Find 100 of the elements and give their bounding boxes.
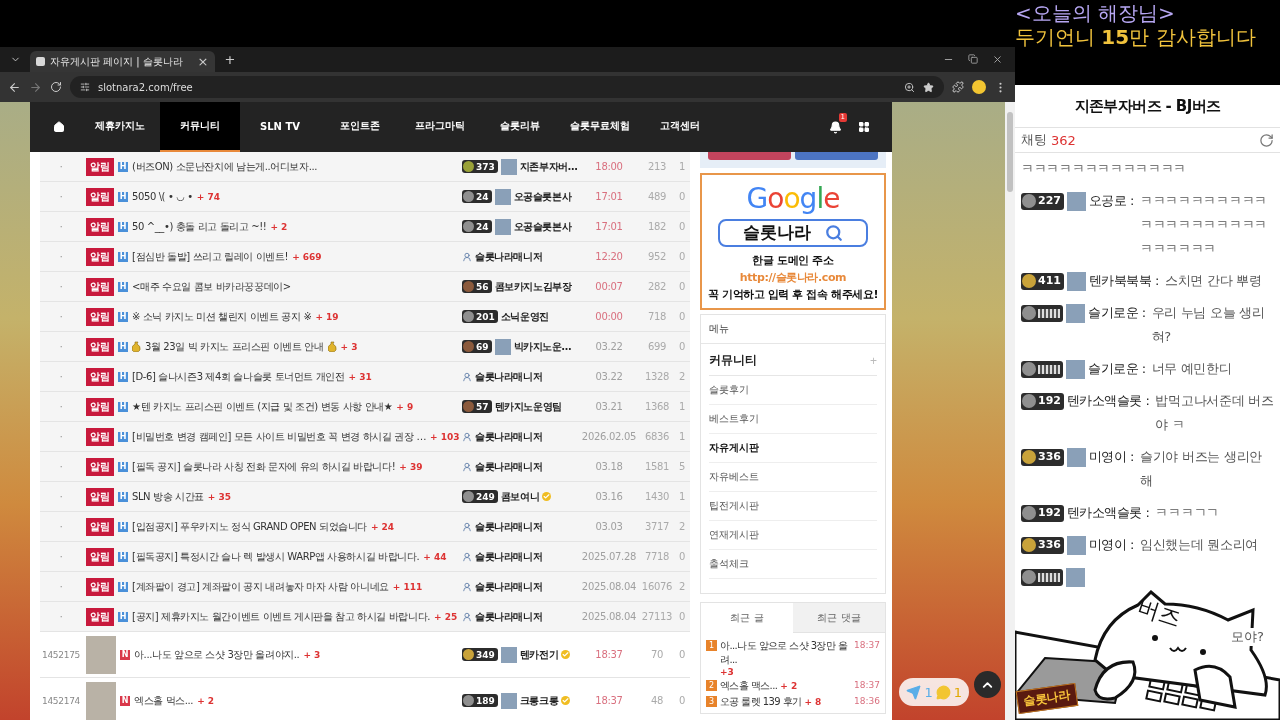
- post-title[interactable]: [점심반 돌발] 쓰리고 릴레이 이벤트!: [132, 249, 289, 264]
- post-title[interactable]: [공지] 제휴카지노 월간이벤트 이벤트 게시판을 참고 하시길 바랍니다.: [132, 609, 431, 624]
- author-name[interactable]: 슬롯나라매니저: [475, 249, 543, 264]
- like-count: 0: [677, 649, 687, 660]
- notice-badge: 알림: [86, 277, 114, 296]
- person-icon: [462, 251, 472, 262]
- post-title[interactable]: (버즈ON) 소문난잔치에 남는게..어디보자...: [132, 159, 317, 174]
- author-name[interactable]: 크롱크롱: [519, 693, 559, 708]
- menu-item[interactable]: 연재게시판: [709, 521, 877, 550]
- author-name[interactable]: 슬롯나라매니저: [475, 609, 543, 624]
- post-title[interactable]: [비밀번호 변경 캠페인] 모든 사이트 비밀번호 꼭 변경 하시길 권장 …: [132, 429, 426, 444]
- refresh-button[interactable]: [1259, 132, 1274, 148]
- author-name[interactable]: 슬롯나라매니저: [475, 579, 543, 594]
- view-count: 699: [646, 341, 668, 352]
- rank-number: 1: [706, 640, 717, 651]
- nav-item[interactable]: 고객센터: [640, 102, 720, 152]
- post-time: 2026.02.05: [580, 431, 638, 442]
- comment-count: + 2: [270, 221, 288, 232]
- chat-username: 미영이 :: [1088, 448, 1134, 466]
- post-number: ·: [58, 371, 64, 382]
- extensions-icon[interactable]: [952, 81, 964, 93]
- author-name[interactable]: 오공슬롯본사: [513, 189, 572, 204]
- recent-post-title[interactable]: 오공 룰렛 139 후기: [720, 695, 802, 709]
- post-title[interactable]: [계좌팔이 경고] 계좌팔이 공지 내려놓자 마자 사람 아니네요: [132, 579, 389, 594]
- post-title[interactable]: <매주 수요일 콤보 바카라꿍꿍데이>: [132, 279, 291, 294]
- profile-avatar[interactable]: [972, 80, 986, 94]
- bookmark-star-icon[interactable]: [923, 81, 934, 93]
- menu-item[interactable]: 팁전게시판: [709, 492, 877, 521]
- post-title[interactable]: 3월 23일 빅 카지노 프리스핀 이벤트 안내: [145, 339, 324, 354]
- author-name[interactable]: 슬롯나라매니저: [475, 429, 543, 444]
- scroll-top-button[interactable]: [974, 671, 1001, 698]
- author-name[interactable]: 텐카지노운영팀: [494, 399, 562, 414]
- post-title[interactable]: [D-6] 슬나시즌3 제4회 슬나슬롯 토너먼트 개인전: [132, 369, 345, 384]
- level-number: 56: [476, 281, 489, 292]
- nav-item[interactable]: 포인트존: [320, 102, 400, 152]
- recent-post-title[interactable]: 엑스홀 맥스...: [720, 679, 778, 693]
- nav-item[interactable]: SLN TV: [240, 102, 320, 152]
- post-title[interactable]: SLN 방송 시간표: [132, 489, 204, 504]
- recent-post-title[interactable]: 아...나도 앞으로 스샷 3장만 올려...: [720, 639, 852, 667]
- menu-item[interactable]: 슬롯후기: [709, 376, 877, 405]
- nav-item[interactable]: 커뮤니티: [160, 102, 240, 152]
- restore-icon[interactable]: [968, 54, 978, 64]
- post-title[interactable]: 아...나도 앞으로 스샷 3장만 올려야지..: [134, 647, 300, 662]
- level-number: 336: [1038, 537, 1061, 553]
- menu-item[interactable]: 출석체크: [709, 550, 877, 579]
- post-title[interactable]: 50 ^__•) 충돌 리고 돌리고 ~!!: [132, 219, 267, 234]
- nav-item[interactable]: 슬롯리뷰: [480, 102, 560, 152]
- nav-item[interactable]: 슬롯무료체험: [560, 102, 640, 152]
- reload-icon[interactable]: [50, 81, 62, 93]
- menu-item[interactable]: 베스트후기: [709, 405, 877, 434]
- address-bar[interactable]: slotnara2.com/free: [70, 76, 944, 98]
- view-count: 282: [646, 281, 668, 292]
- author-name[interactable]: 소닉운영진: [500, 309, 549, 324]
- browser-tab[interactable]: 자유게시판 페이지 | 슬롯나라 ×: [30, 51, 215, 72]
- author-name[interactable]: 슬롯나라매니저: [475, 369, 543, 384]
- ad-banner[interactable]: Google 슬롯나라 한글 도메인 주소 http://슬롯나라.com 꼭 기억하고 입력 후 접속 해주세요!: [700, 173, 886, 310]
- forward-icon[interactable]: [29, 80, 42, 94]
- person-icon: [462, 611, 472, 622]
- back-icon[interactable]: [8, 80, 21, 94]
- level-number: 373: [476, 161, 495, 172]
- author-name[interactable]: 콤보여니: [500, 489, 540, 504]
- author-name[interactable]: 슬롯나라매니저: [475, 459, 543, 474]
- cat-label: 버즈: [1133, 592, 1185, 634]
- post-title[interactable]: [입점공지] 푸우카지노 정식 GRAND OPEN 되었습니다: [132, 519, 367, 534]
- post-title[interactable]: ★텐 카지노 프리스핀 이벤트 (지급 및 조건) 변동 사항 안내★: [132, 399, 393, 414]
- level-number: 411: [1038, 273, 1061, 289]
- comment-count: + 24: [370, 521, 395, 532]
- grid-icon[interactable]: [858, 121, 870, 133]
- post-title[interactable]: [필독 공지] 슬롯나라 사칭 전화 문자에 유의 하시길 바랍니다!: [132, 459, 396, 474]
- author-name[interactable]: 슬롯나라매니저: [475, 519, 543, 534]
- author-name[interactable]: 빅카지노운…: [513, 339, 572, 354]
- chat-username: 텐카북북북 :: [1088, 272, 1159, 290]
- menu-item[interactable]: 자유베스트: [709, 463, 877, 492]
- section-title: 커뮤니티: [709, 352, 757, 369]
- post-number: ·: [58, 491, 64, 502]
- author-name[interactable]: 콤보카지노김부장: [494, 279, 572, 294]
- post-title[interactable]: 엑스홀 먹스...: [134, 693, 194, 708]
- nav-item[interactable]: 제휴카지노: [80, 102, 160, 152]
- menu-item[interactable]: 자유게시판: [709, 434, 877, 463]
- scrollbar[interactable]: [1005, 102, 1015, 720]
- tab-close-button[interactable]: ×: [197, 51, 209, 72]
- author-name[interactable]: 오공슬롯본사: [513, 219, 572, 234]
- post-title[interactable]: [필독공지] 특정시간 슬나 렉 발생시 WARP앱 사용하시길 바랍니다.: [132, 549, 420, 564]
- zoom-icon[interactable]: [904, 81, 915, 93]
- post-title[interactable]: 5050 \( • ◡ •: [132, 191, 193, 202]
- post-title[interactable]: ※ 소닉 카지노 미션 챌린지 이벤트 공지 ※: [132, 309, 312, 324]
- comment-count: + 19: [315, 311, 339, 322]
- site-info-icon[interactable]: [80, 82, 90, 92]
- author-name[interactable]: 지존부자버…: [519, 159, 578, 174]
- logo-text: Google: [746, 181, 840, 215]
- new-tab-button[interactable]: +: [221, 49, 239, 70]
- rank-number: 3: [706, 696, 717, 707]
- bell-icon[interactable]: [829, 120, 842, 134]
- author-name[interactable]: 텐카전기: [519, 647, 559, 662]
- close-icon[interactable]: [992, 54, 1003, 65]
- author-name[interactable]: 슬롯나라매니저: [475, 549, 543, 564]
- post-time: 18:37: [854, 640, 880, 650]
- nav-item[interactable]: 프라그마틱: [400, 102, 480, 152]
- notice-badge: 알림: [86, 217, 114, 236]
- recent-tab[interactable]: 최근 댓글: [793, 603, 885, 633]
